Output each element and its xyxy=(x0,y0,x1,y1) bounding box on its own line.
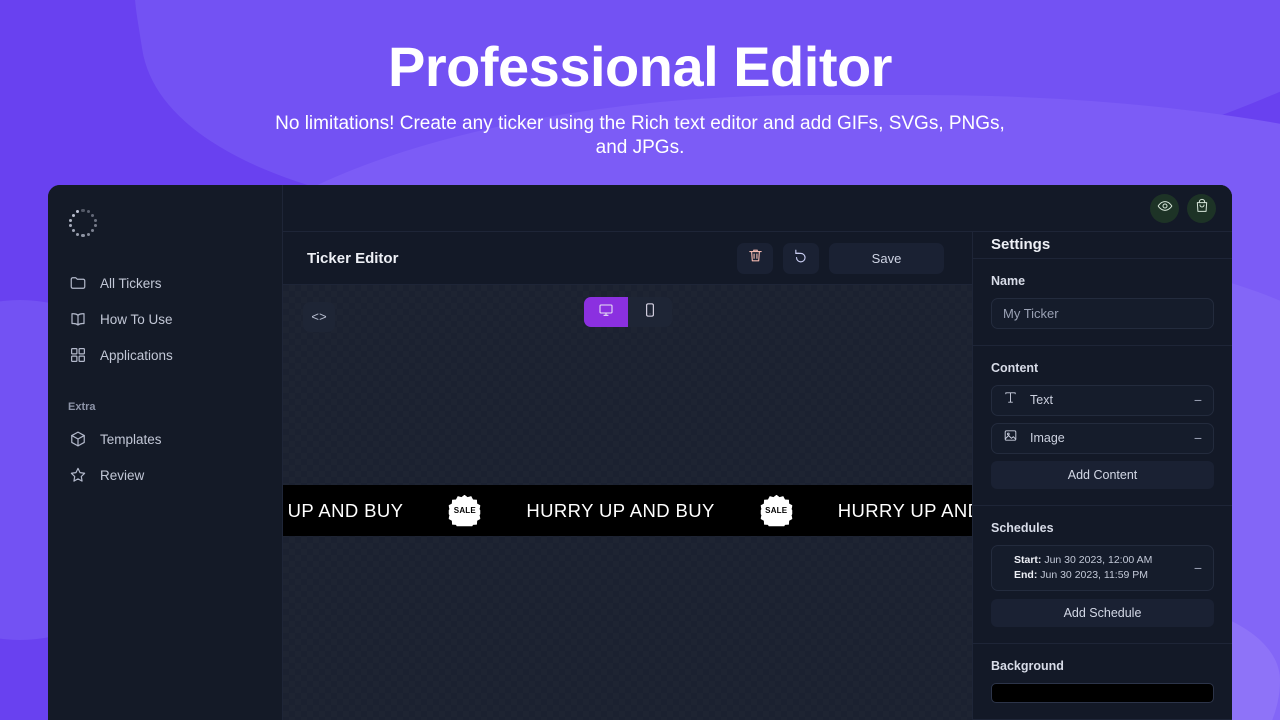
hero-section: Professional Editor No limitations! Crea… xyxy=(0,0,1280,161)
name-input[interactable]: My Ticker xyxy=(991,297,1214,329)
schedule-start-value: Jun 30 2023, 12:00 AM xyxy=(1041,553,1153,566)
schedules-label: Schedules xyxy=(991,520,1054,535)
content-item-label: Image xyxy=(1030,431,1065,446)
code-view-button[interactable]: <> xyxy=(303,302,335,332)
settings-header: Settings xyxy=(973,232,1232,259)
undo-button[interactable] xyxy=(783,242,819,274)
settings-panel: Settings Name My Ticker Content Text − I… xyxy=(973,232,1232,720)
ticker-text: HURRY UP AND BUY xyxy=(526,499,715,521)
undo-icon xyxy=(793,247,810,269)
schedule-end-key: End: xyxy=(1014,568,1038,581)
editor-main: Ticker Editor Save <> UP AND BUY SALE HU… xyxy=(283,232,973,720)
book-icon xyxy=(68,310,87,329)
editor-header: Ticker Editor Save xyxy=(283,232,972,285)
ticker-text: HURRY UP AND BUY xyxy=(283,499,404,521)
sidebar-item-how-to-use[interactable]: How To Use xyxy=(48,301,282,337)
device-option-desktop[interactable] xyxy=(583,297,628,327)
sidebar: All Tickers How To Use Applications Extr… xyxy=(48,185,283,720)
dotted-ring-logo-icon xyxy=(68,208,98,238)
store-button[interactable] xyxy=(1187,193,1216,223)
ticker-track: HURRY UP AND BUY SALE HURRY UP AND BUY SALE… xyxy=(283,493,972,528)
cube-icon xyxy=(68,430,87,449)
page-subtitle: No limitations! Create any ticker using … xyxy=(275,112,1005,159)
folder-icon xyxy=(68,274,87,293)
trash-icon xyxy=(747,247,764,269)
settings-section-background: Background xyxy=(973,644,1232,720)
sidebar-section-label: Extra xyxy=(68,401,96,413)
sidebar-nav: All Tickers How To Use Applications xyxy=(48,265,282,373)
sidebar-item-label: Templates xyxy=(100,431,162,447)
sidebar-item-applications[interactable]: Applications xyxy=(48,337,282,373)
image-icon xyxy=(1003,428,1018,448)
content-item-remove-button[interactable]: − xyxy=(1194,393,1202,407)
ticker-text: HURRY UP AND BUY xyxy=(837,499,972,521)
eye-icon xyxy=(1157,198,1173,219)
schedule-end-value: Jun 30 2023, 11:59 PM xyxy=(1037,568,1149,581)
sidebar-item-label: Review xyxy=(100,467,145,483)
sidebar-item-label: Applications xyxy=(100,347,173,363)
app-logo[interactable] xyxy=(48,185,282,243)
sidebar-item-all-tickers[interactable]: All Tickers xyxy=(48,265,282,301)
content-item-image[interactable]: Image − xyxy=(991,422,1214,454)
background-label: Background xyxy=(991,659,1064,673)
page-title: Professional Editor xyxy=(388,35,892,98)
device-option-mobile[interactable] xyxy=(628,297,672,327)
settings-section-content: Content Text − Image − Add Content xyxy=(973,346,1232,506)
editor-body: Ticker Editor Save <> UP AND BUY SALE HU… xyxy=(283,232,1232,720)
app-window: All Tickers How To Use Applications Extr… xyxy=(48,185,1232,720)
sidebar-item-templates[interactable]: Templates xyxy=(48,421,282,457)
name-label: Name xyxy=(991,273,1026,288)
schedule-item[interactable]: Start: Jun 30 2023, 12:00 AM End: Jun 30… xyxy=(991,544,1214,593)
content-item-remove-button[interactable]: − xyxy=(1194,431,1202,445)
editor-title: Ticker Editor xyxy=(307,249,399,267)
ticker-preview-band[interactable]: HURRY UP AND BUY SALE HURRY UP AND BUY SALE… xyxy=(283,485,972,536)
settings-section-schedules: Schedules Start: Jun 30 2023, 12:00 AM E… xyxy=(973,506,1232,644)
sidebar-nav-extra: Templates Review xyxy=(48,421,282,493)
shopping-bag-icon xyxy=(1194,198,1210,219)
sale-badge-label: SALE xyxy=(765,506,788,515)
content-label: Content xyxy=(991,360,1039,375)
settings-title: Settings xyxy=(991,236,1051,254)
grid-icon xyxy=(68,346,87,365)
star-icon xyxy=(68,466,87,485)
settings-section-name: Name My Ticker xyxy=(973,259,1232,346)
sidebar-item-review[interactable]: Review xyxy=(48,457,282,493)
editor-column: Ticker Editor Save <> UP AND BUY SALE HU… xyxy=(283,185,1232,720)
sale-badge: SALE xyxy=(447,493,482,528)
phone-icon xyxy=(642,302,658,323)
content-item-label: Text xyxy=(1030,393,1053,408)
app-topbar xyxy=(283,185,1232,232)
canvas-toolbar: <> xyxy=(283,285,972,337)
schedule-remove-button[interactable]: − xyxy=(1194,561,1202,575)
delete-button[interactable] xyxy=(737,242,773,274)
sale-badge-label: SALE xyxy=(453,506,476,515)
text-icon xyxy=(1003,390,1018,410)
add-content-button[interactable]: Add Content xyxy=(991,460,1214,489)
background-color-swatch[interactable] xyxy=(991,683,1214,703)
device-toggle xyxy=(583,297,672,327)
sale-badge: SALE xyxy=(759,493,794,528)
sidebar-item-label: How To Use xyxy=(100,311,173,327)
preview-button[interactable] xyxy=(1150,193,1179,223)
editor-canvas[interactable]: <> UP AND BUY SALE HURRY UP AND BUY SALE… xyxy=(283,285,972,720)
sidebar-item-label: All Tickers xyxy=(100,275,162,291)
add-schedule-button[interactable]: Add Schedule xyxy=(991,599,1214,627)
schedule-start-key: Start: xyxy=(1014,553,1042,566)
schedule-text: Start: Jun 30 2023, 12:00 AM End: Jun 30… xyxy=(1014,553,1183,583)
monitor-icon xyxy=(598,302,614,323)
save-button[interactable]: Save xyxy=(829,242,944,274)
content-item-text[interactable]: Text − xyxy=(991,384,1214,416)
